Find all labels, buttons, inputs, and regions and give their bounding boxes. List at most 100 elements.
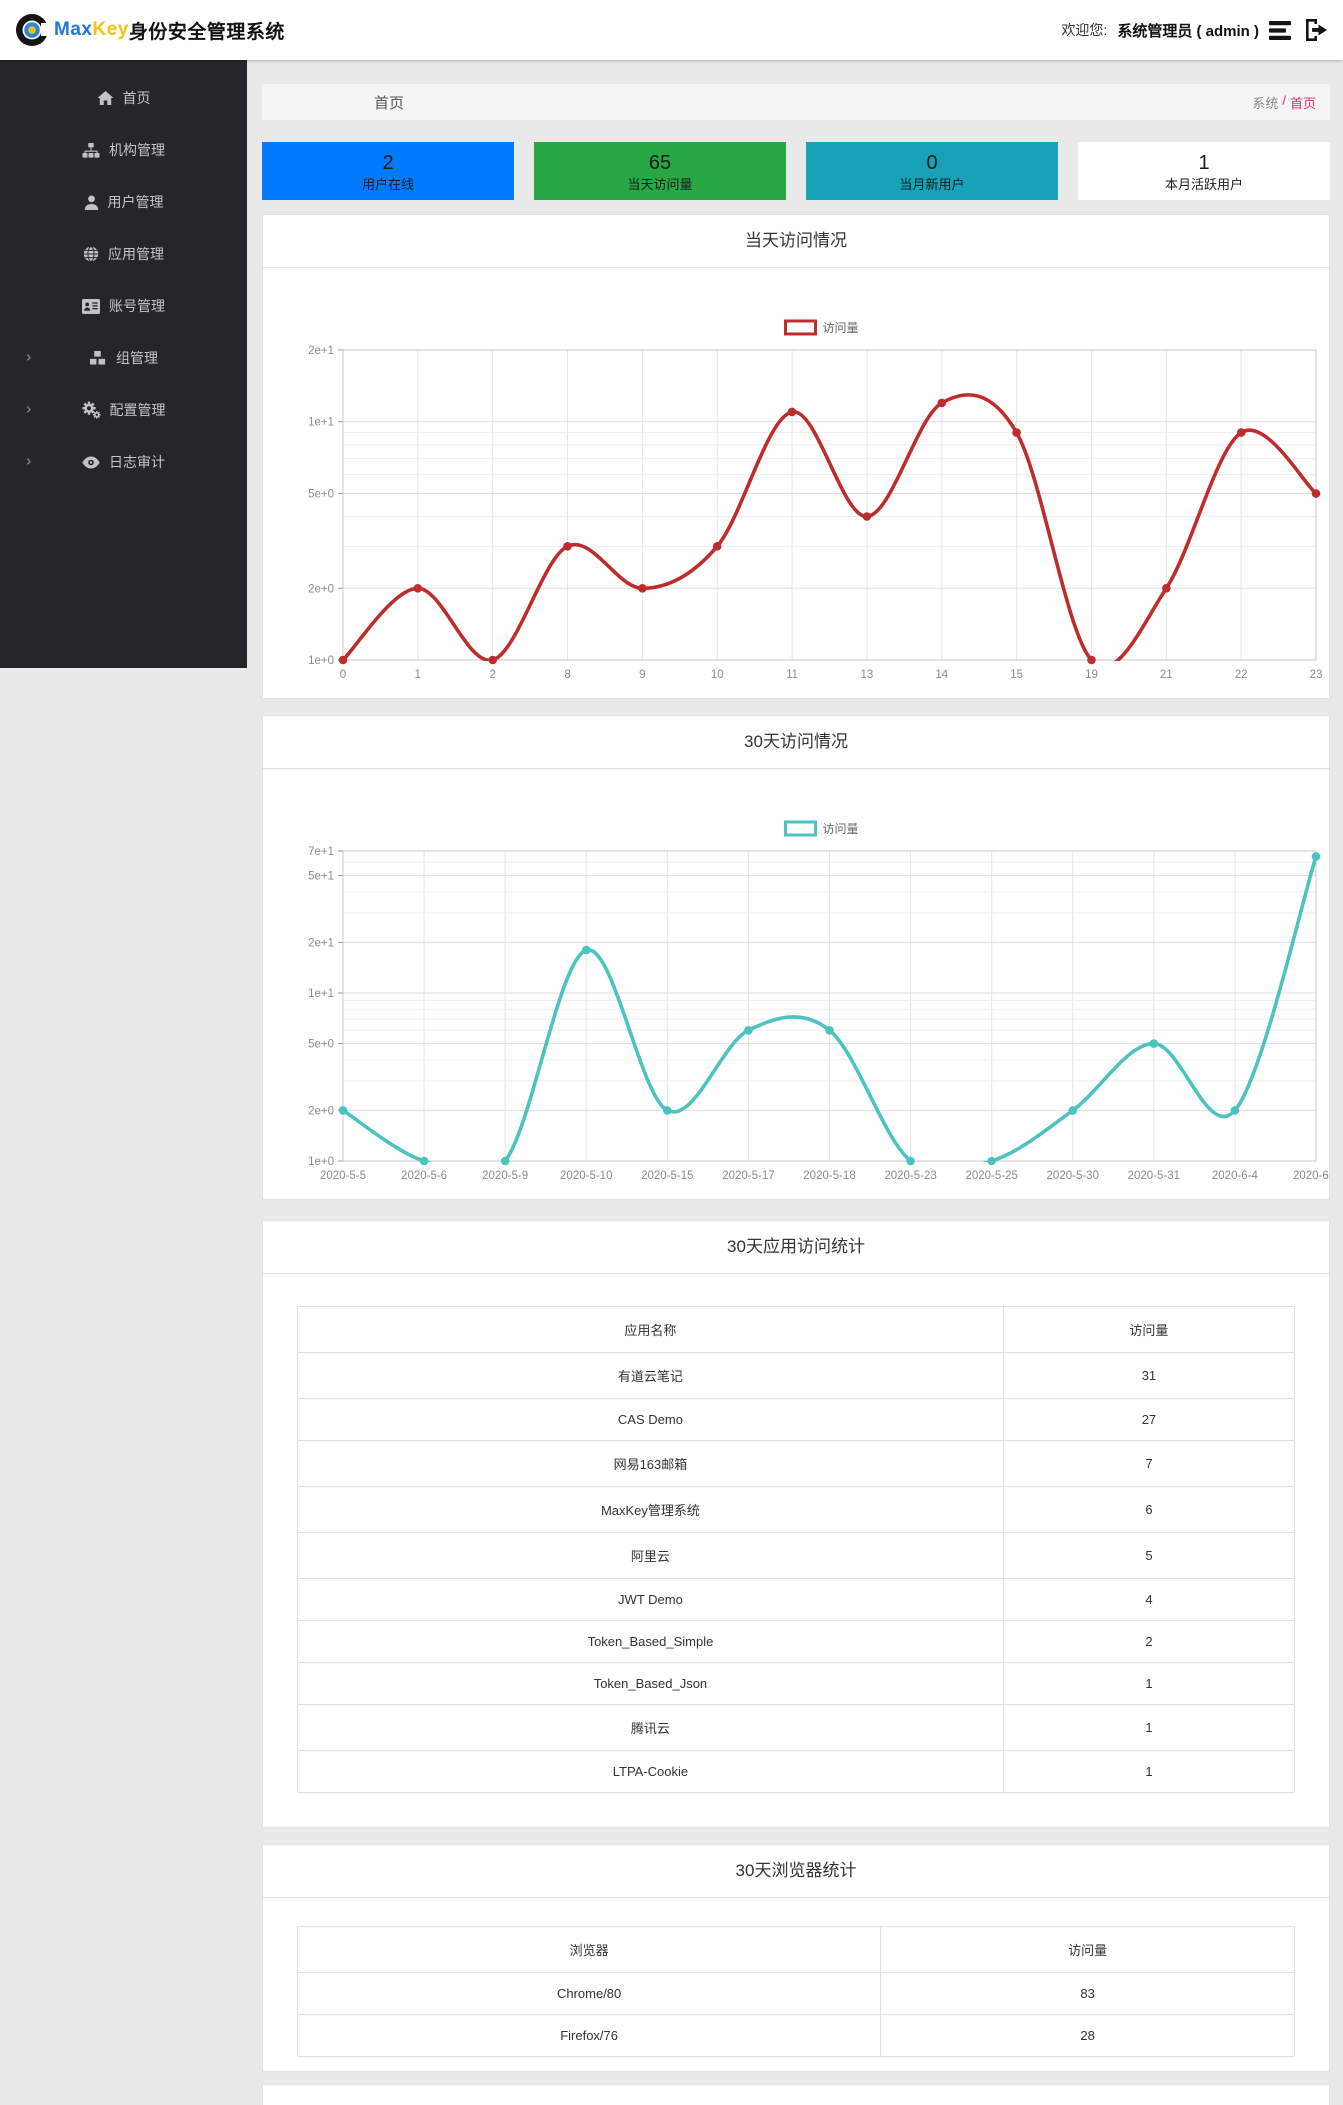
app-header: Max Key 身份安全管理系统 欢迎您: 系统管理员 ( admin ) [0,0,1343,60]
id-card-icon [82,298,100,314]
svg-text:1: 1 [415,669,421,681]
stat-card-1: 65 当天访问量 [534,142,786,200]
stat-cards-row: 2 用户在线 65 当天访问量 0 当月新用户 1 本月活跃用户 [262,142,1330,200]
stat-card-0: 2 用户在线 [262,142,514,200]
sidebar-item-groups[interactable]: › 组管理 [0,332,247,384]
sidebar-item-label: 账号管理 [109,298,165,314]
sidebar-item-config[interactable]: › 配置管理 [0,384,247,436]
sidebar-item-users[interactable]: 用户管理 [0,176,247,228]
sidebar-menu: 首页 机构管理 用户管理 应用管理 账号管理 › 组管理 › 配置管理 › 日志审计 [0,60,247,668]
stat-card-label: 当月新用户 [899,176,965,192]
svg-text:22: 22 [1235,669,1248,681]
footer-panel-edge [262,2084,1330,2105]
brand: Max Key 身份安全管理系统 [14,11,285,49]
breadcrumb-root[interactable]: 系统 [1252,93,1278,112]
table-row: Chrome/80 83 [296,1972,1295,2015]
svg-text:1e+1: 1e+1 [308,988,334,1000]
panel-title-browser-stats: 30天浏览器统计 [263,1845,1329,1898]
svg-text:2020-5-18: 2020-5-18 [803,1170,855,1182]
svg-text:13: 13 [861,669,874,681]
svg-text:2020-5-9: 2020-5-9 [482,1170,528,1182]
svg-text:2020-5-31: 2020-5-31 [1128,1170,1180,1182]
stat-card-2: 0 当月新用户 [806,142,1058,200]
svg-text:2020-5-10: 2020-5-10 [560,1170,612,1182]
globe-icon [83,246,99,262]
panel-title-30day-visits: 30天访问情况 [263,716,1329,769]
sidebar-item-label: 机构管理 [109,142,165,158]
svg-text:9: 9 [639,669,645,681]
page-title: 首页 [374,94,405,112]
svg-text:1e+1: 1e+1 [308,417,334,429]
svg-text:2e+0: 2e+0 [308,583,334,595]
table-row: 有道云笔记 31 [297,1352,1296,1399]
stat-card-value: 2 [382,151,394,174]
svg-text:2020-6-5: 2020-6-5 [1293,1170,1329,1182]
brand-key: Key [92,19,129,40]
current-user: 系统管理员 ( admin ) [1117,22,1259,40]
home-icon [97,90,114,106]
svg-text:5e+0: 5e+0 [308,488,334,500]
svg-text:10: 10 [711,669,724,681]
stat-card-3: 1 本月活跃用户 [1078,142,1330,200]
svg-text:2e+1: 2e+1 [308,345,334,357]
breadcrumb-separator: / [1282,92,1286,108]
svg-text:2020-5-17: 2020-5-17 [722,1170,774,1182]
logout-icon[interactable] [1302,18,1329,42]
svg-text:7e+1: 7e+1 [308,846,334,858]
menu-list-icon[interactable] [1269,20,1292,41]
svg-text:2020-6-4: 2020-6-4 [1212,1170,1259,1182]
svg-text:5e+1: 5e+1 [308,871,334,883]
svg-text:2020-5-6: 2020-5-6 [401,1170,447,1182]
table-row: Firefox/76 28 [296,2014,1295,2057]
table-row: 网易163邮箱 7 [297,1440,1296,1487]
panel-browser-stats: 30天浏览器统计 浏览器 访问量 Chrome/80 83 Firefox/76 28 [262,1844,1330,2072]
column-header: 访问量 [1002,1306,1296,1353]
svg-text:0: 0 [340,669,346,681]
chevron-right-icon: › [26,400,32,418]
svg-text:15: 15 [1010,669,1023,681]
sidebar-item-label: 组管理 [116,350,158,366]
svg-text:5e+0: 5e+0 [308,1039,334,1051]
app-visits-table: 应用名称 访问量 有道云笔记 31 CAS Demo 27 网易163邮箱 7 MaxKey管理… [297,1306,1296,1793]
table-row: 腾讯云 1 [297,1704,1296,1751]
table-row: Token_Based_Json 1 [297,1662,1296,1705]
panel-daily-visits: 当天访问情况 1e+0 2e+0 5e+0 1e+1 2e+1 0 1 2 8 9 10 11 13 14… [262,214,1330,699]
svg-text:11: 11 [786,669,798,681]
sidebar-item-label: 用户管理 [107,194,164,210]
panel-title-app-visit-stats: 30天应用访问统计 [263,1221,1329,1274]
table-row: 阿里云 5 [297,1532,1296,1579]
table-header-row: 应用名称 访问量 [297,1306,1296,1353]
sidebar-item-org[interactable]: 机构管理 [0,124,247,176]
svg-text:8: 8 [564,669,570,681]
stat-card-label: 本月活跃用户 [1164,176,1243,192]
main-content: 首页 系统 / 首页 2 用户在线 65 当天访问量 0 当月新用户 1 本月活跃用户 当天访… [247,60,1343,2105]
panel-app-visit-stats: 30天应用访问统计 应用名称 访问量 有道云笔记 31 CAS Demo 27 网易163邮… [262,1220,1330,1828]
svg-text:1e+0: 1e+0 [308,655,334,667]
sidebar-item-label: 日志审计 [109,454,165,470]
svg-text:1e+0: 1e+0 [308,1156,334,1168]
sidebar-item-apps[interactable]: 应用管理 [0,228,247,280]
column-header: 访问量 [880,1926,1295,1973]
chevron-right-icon: › [26,348,32,366]
breadcrumb-current[interactable]: 首页 [1290,93,1316,112]
table-row: CAS Demo 27 [297,1398,1296,1441]
sidebar-item-label: 配置管理 [109,402,166,418]
svg-text:2020-5-25: 2020-5-25 [965,1170,1017,1182]
legend-label: 访问量 [823,822,859,836]
svg-text:2: 2 [489,669,495,681]
welcome-label: 欢迎您: [1061,22,1108,38]
column-header: 浏览器 [296,1926,882,1973]
eye-icon [82,456,100,469]
breadcrumb: 首页 系统 / 首页 [262,84,1330,120]
maxkey-logo-icon [14,11,52,49]
svg-text:19: 19 [1085,669,1098,681]
sitemap-icon [82,142,100,158]
stat-card-label: 用户在线 [361,176,414,192]
sidebar-item-home[interactable]: 首页 [0,72,247,124]
legend-label: 访问量 [823,321,859,335]
sidebar-item-accounts[interactable]: 账号管理 [0,280,247,332]
sidebar-item-label: 应用管理 [108,246,164,262]
sidebar-item-audit[interactable]: › 日志审计 [0,436,247,488]
svg-text:2020-5-15: 2020-5-15 [641,1170,693,1182]
table-header-row: 浏览器 访问量 [296,1926,1295,1973]
